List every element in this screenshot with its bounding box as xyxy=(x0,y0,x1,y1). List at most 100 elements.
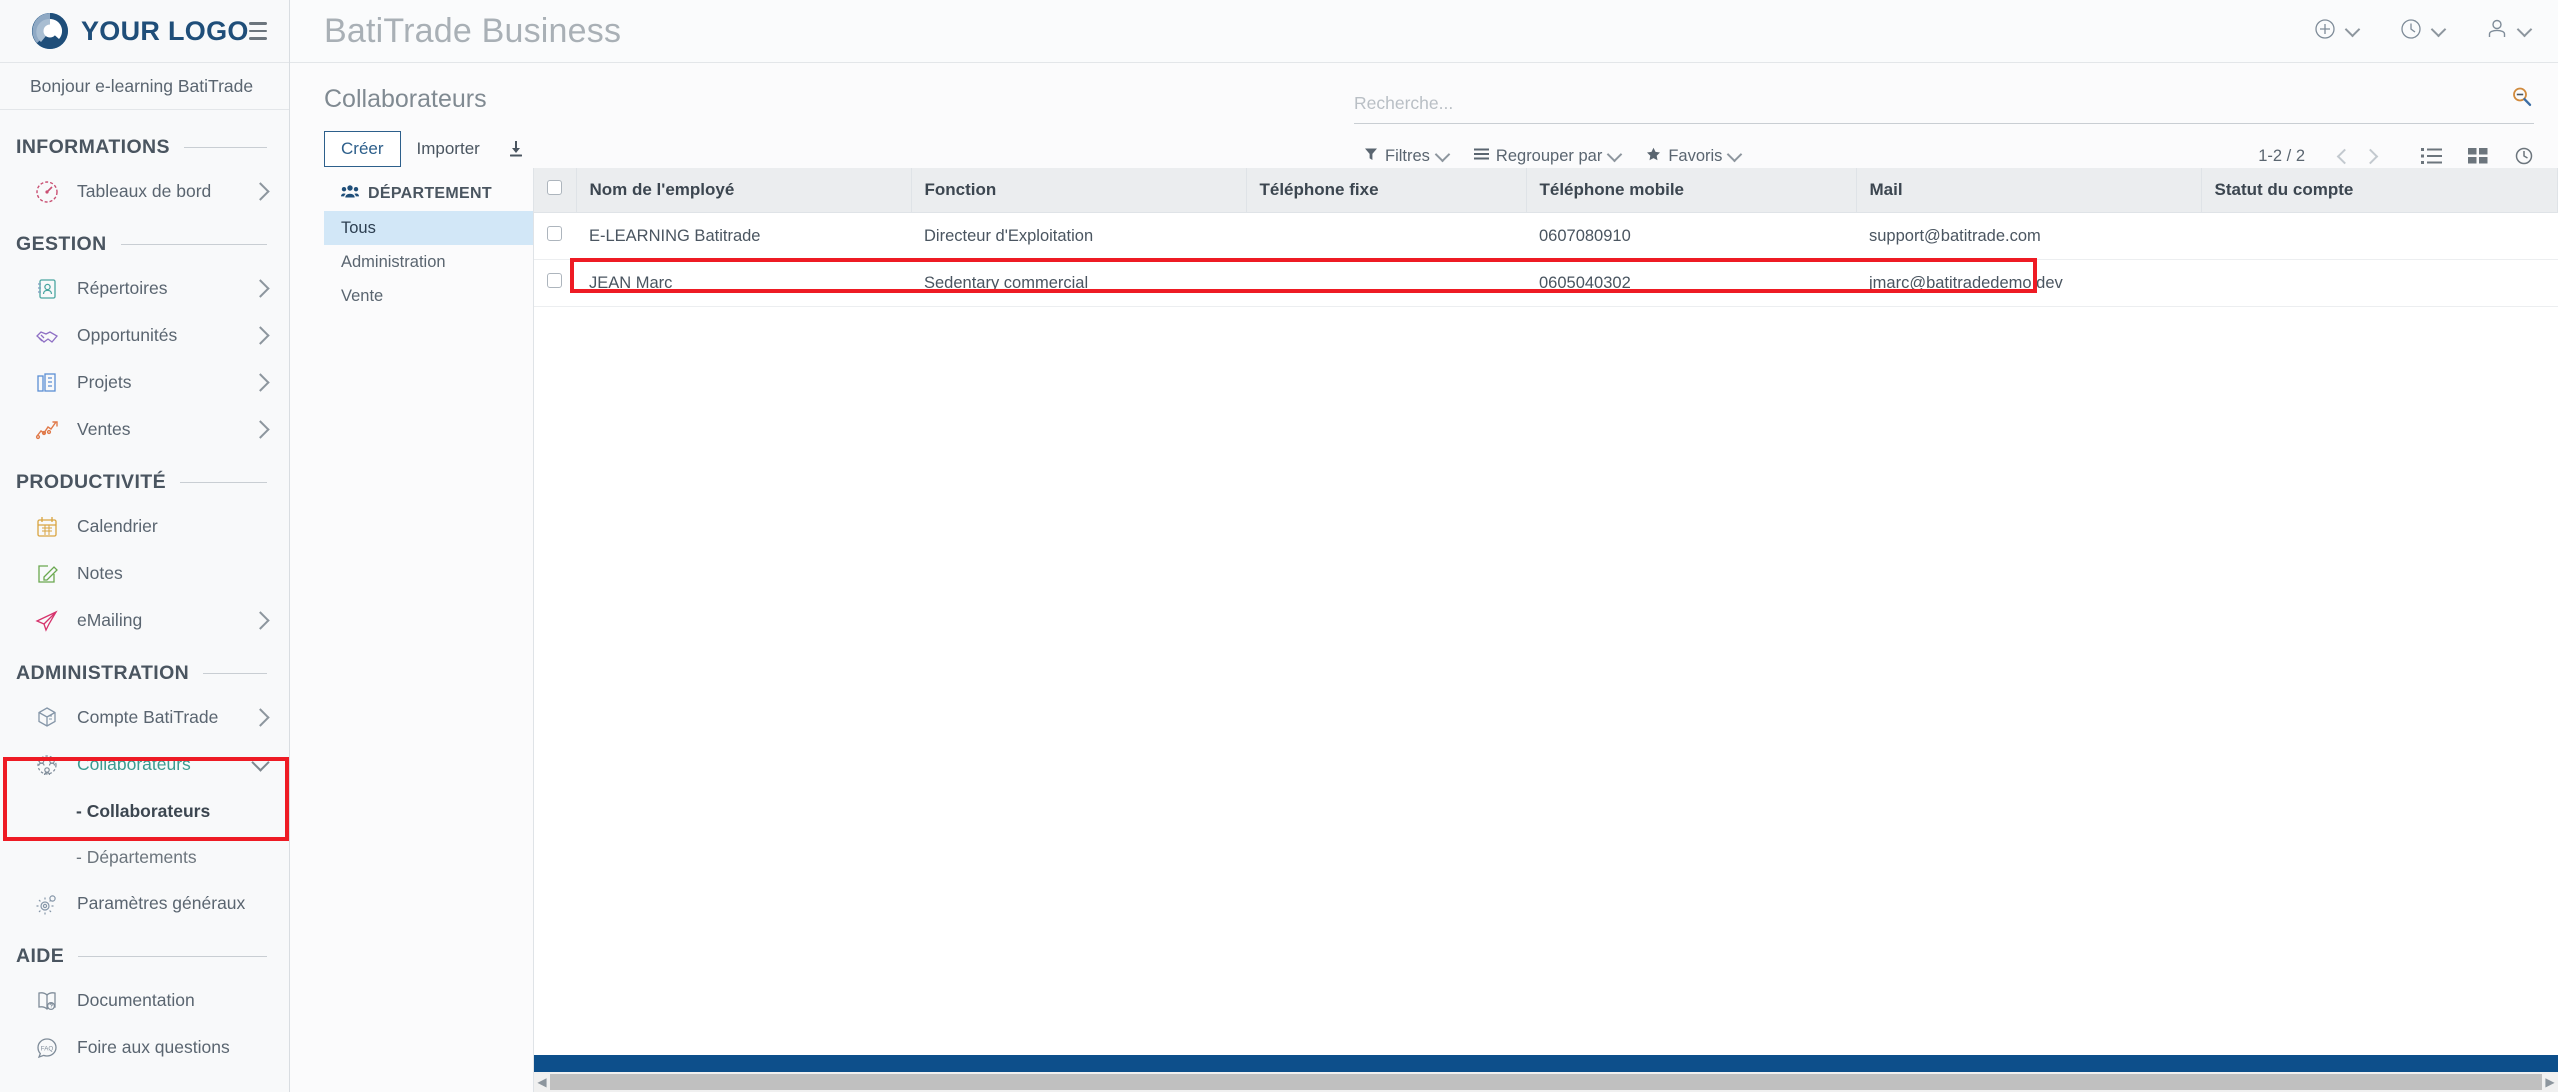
nav-group-informations: INFORMATIONS xyxy=(0,126,289,168)
search-icon[interactable] xyxy=(2510,85,2534,114)
note-pencil-icon xyxy=(32,559,62,589)
cell-name: E-LEARNING Batitrade xyxy=(576,212,911,260)
column-header-name[interactable]: Nom de l'employé xyxy=(576,168,912,213)
scroll-right-arrow-icon[interactable]: ▶ xyxy=(2542,1075,2558,1089)
sidebar-item-opportunites[interactable]: Opportunités xyxy=(0,312,289,359)
add-menu-button[interactable] xyxy=(2312,16,2361,47)
department-panel-header: DÉPARTEMENT xyxy=(324,177,533,211)
column-header-statut[interactable]: Statut du compte xyxy=(2201,168,2558,213)
create-button[interactable]: Créer xyxy=(324,131,401,167)
handshake-icon xyxy=(32,321,62,351)
pagination-next-button[interactable] xyxy=(2357,141,2387,171)
pagination-prev-button[interactable] xyxy=(2327,141,2357,171)
paper-plane-icon xyxy=(32,606,62,636)
filter-label: Favoris xyxy=(1668,146,1723,165)
recent-menu-button[interactable] xyxy=(2398,16,2447,47)
column-header-mail[interactable]: Mail xyxy=(1856,168,2202,213)
table-row[interactable]: E-LEARNING Batitrade Directeur d'Exploit… xyxy=(534,212,2558,260)
nav-group-gestion: GESTION xyxy=(0,223,289,265)
clock-view-icon[interactable] xyxy=(2514,146,2534,166)
app-root: YOUR LOGO Bonjour e-learning BatiTrade I… xyxy=(0,0,2558,1092)
chevron-right-icon xyxy=(251,611,270,630)
column-header-telephone-mobile[interactable]: Téléphone mobile xyxy=(1526,168,1857,213)
chevron-right-icon xyxy=(251,279,270,298)
sidebar-item-notes[interactable]: Notes xyxy=(0,550,289,597)
sidebar-subitem-collaborateurs[interactable]: - Collaborateurs xyxy=(0,788,289,834)
cell-name: JEAN Marc xyxy=(576,259,911,307)
sidebar-item-label: Foire aux questions xyxy=(77,1037,230,1057)
sidebar-item-repertoires[interactable]: Répertoires xyxy=(0,265,289,312)
department-item-label: Administration xyxy=(341,252,446,271)
row-checkbox[interactable] xyxy=(547,273,562,288)
table-body: E-LEARNING Batitrade Directeur d'Exploit… xyxy=(534,212,2558,307)
download-icon[interactable] xyxy=(506,139,526,159)
sidebar-item-label: Projets xyxy=(77,372,132,392)
sidebar-item-label: Ventes xyxy=(77,419,131,439)
address-book-icon xyxy=(32,274,62,304)
chevron-down-icon xyxy=(1434,146,1451,162)
clock-icon xyxy=(2398,16,2424,47)
sidebar-item-emailing[interactable]: eMailing xyxy=(0,597,289,644)
department-item-label: Tous xyxy=(341,218,376,237)
table-row[interactable]: JEAN Marc Sedentary commercial 060504030… xyxy=(534,259,2558,307)
account-menu-button[interactable] xyxy=(2484,16,2533,47)
sidebar-subitem-departements[interactable]: - Départements xyxy=(0,834,289,880)
department-item-administration[interactable]: Administration xyxy=(324,245,533,279)
group-by-dropdown[interactable]: Regrouper par xyxy=(1473,146,1623,166)
chevron-right-icon xyxy=(251,420,270,439)
department-item-vente[interactable]: Vente xyxy=(324,279,533,313)
column-header-fonction[interactable]: Fonction xyxy=(911,168,1247,213)
cube-box-icon xyxy=(32,703,62,733)
grid-view-icon[interactable] xyxy=(2468,147,2488,165)
department-panel-title: DÉPARTEMENT xyxy=(368,185,492,202)
sidebar-item-label: Calendrier xyxy=(77,516,158,536)
cell-statut xyxy=(2201,212,2558,260)
sidebar-item-compte-batitrade[interactable]: Compte BatiTrade xyxy=(0,694,289,741)
list-lines-icon xyxy=(1473,147,1489,166)
select-all-checkbox[interactable] xyxy=(547,180,562,195)
sidebar-item-collaborateurs[interactable]: Collaborateurs xyxy=(0,741,289,788)
search-input[interactable] xyxy=(1354,93,2500,114)
horizontal-scrollbar[interactable]: ◀ ▶ xyxy=(534,1072,2558,1092)
sidebar-item-foire-aux-questions[interactable]: FAQ Foire aux questions xyxy=(0,1024,289,1071)
logo-text: YOUR LOGO xyxy=(81,15,249,46)
filter-group: Filtres Regrouper par Favoris xyxy=(1364,146,1743,166)
sidebar-subitem-label: - Collaborateurs xyxy=(76,800,211,821)
filter-label: Regrouper par xyxy=(1495,146,1603,165)
group-label: INFORMATIONS xyxy=(16,135,170,158)
funnel-icon xyxy=(1364,147,1378,166)
top-bar: BatiTrade Business xyxy=(290,0,2558,63)
group-label: ADMINISTRATION xyxy=(16,661,190,684)
divider xyxy=(120,243,267,245)
sidebar-toggle-icon[interactable] xyxy=(248,17,267,45)
page-title-app: BatiTrade Business xyxy=(324,11,622,50)
list-view-icon[interactable] xyxy=(2421,147,2442,165)
sidebar-item-calendrier[interactable]: Calendrier xyxy=(0,503,289,550)
sidebar-item-label: Répertoires xyxy=(77,278,168,298)
sidebar-item-label: Tableaux de bord xyxy=(77,181,212,201)
chevron-right-icon xyxy=(251,373,270,392)
import-button[interactable]: Importer xyxy=(401,132,496,166)
filters-dropdown[interactable]: Filtres xyxy=(1364,146,1451,166)
table-scroll-region[interactable]: Nom de l'employé Fonction Téléphone fixe… xyxy=(534,168,2558,1055)
row-checkbox[interactable] xyxy=(547,226,562,241)
scrollbar-thumb[interactable] xyxy=(550,1074,2542,1090)
sidebar-item-documentation[interactable]: Documentation xyxy=(0,977,289,1024)
user-icon xyxy=(2484,16,2510,47)
divider xyxy=(179,481,267,483)
cell-telephone-fixe xyxy=(1246,259,1526,307)
favorites-dropdown[interactable]: Favoris xyxy=(1646,146,1743,166)
sidebar-item-tableaux-de-bord[interactable]: Tableaux de bord xyxy=(0,168,289,215)
chevron-down-icon xyxy=(1607,146,1623,162)
main-area: BatiTrade Business Collaborateurs Créer … xyxy=(290,0,2558,1092)
department-item-tous[interactable]: Tous xyxy=(324,211,533,245)
sidebar-item-projets[interactable]: Projets xyxy=(0,359,289,406)
column-header-telephone-fixe[interactable]: Téléphone fixe xyxy=(1246,168,1527,213)
collaborators-table: Nom de l'employé Fonction Téléphone fixe… xyxy=(534,168,2558,307)
sidebar-item-parametres-generaux[interactable]: Paramètres généraux xyxy=(0,880,289,927)
scroll-left-arrow-icon[interactable]: ◀ xyxy=(534,1075,550,1089)
logo-row: YOUR LOGO xyxy=(0,0,289,63)
cell-telephone-fixe xyxy=(1246,212,1526,260)
pagination: 1-2 / 2 xyxy=(2258,141,2534,171)
sidebar-item-ventes[interactable]: Ventes xyxy=(0,406,289,453)
